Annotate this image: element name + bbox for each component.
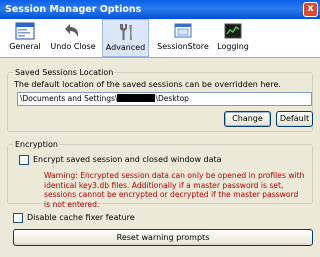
reset-button-label: Reset warning prompts (116, 233, 210, 242)
window-icon (15, 22, 35, 40)
tab-sessionstore-label: SessionStore (157, 42, 209, 51)
redacted-username (117, 94, 156, 102)
change-button-label: Change (232, 114, 263, 123)
tab-general-label: General (9, 42, 41, 51)
options-toolbar: General Undo Close Advanced SessionStore… (0, 19, 320, 58)
window-title: Session Manager Options (5, 4, 142, 15)
change-button[interactable]: Change (224, 111, 271, 127)
tab-undo-close-label: Undo Close (50, 42, 96, 51)
saved-sessions-description: The default location of the saved sessio… (14, 80, 281, 89)
path-prefix: \Documents and Settings\ (20, 94, 118, 103)
reset-warning-prompts-button[interactable]: Reset warning prompts (13, 229, 313, 246)
session-location-field[interactable]: \Documents and Settings\ \Desktop (17, 92, 312, 106)
tab-advanced[interactable]: Advanced (102, 19, 149, 57)
sessionstore-icon (174, 23, 192, 38)
encryption-warning: Warning: Encrypted session data can only… (44, 171, 305, 209)
tab-logging-label: Logging (217, 42, 249, 51)
title-bar: Session Manager Options x (0, 0, 320, 19)
encryption-legend: Encryption (13, 139, 60, 150)
default-button-label: Default (279, 114, 310, 123)
encrypt-checkbox[interactable] (19, 155, 29, 165)
close-icon: x (307, 3, 314, 14)
tools-icon (119, 24, 132, 40)
saved-sessions-legend: Saved Sessions Location (13, 67, 116, 78)
close-button[interactable]: x (303, 2, 318, 17)
tab-general[interactable]: General (6, 19, 44, 57)
encrypt-checkbox-label[interactable]: Encrypt saved session and closed window … (33, 154, 222, 165)
tab-advanced-label: Advanced (105, 43, 146, 52)
tab-undo-close[interactable]: Undo Close (48, 19, 98, 57)
default-button[interactable]: Default (276, 111, 313, 127)
tab-sessionstore[interactable]: SessionStore (156, 19, 210, 57)
disable-cache-fixer-label[interactable]: Disable cache fixer feature (27, 212, 135, 223)
logging-icon (224, 23, 242, 39)
disable-cache-fixer-checkbox[interactable] (13, 213, 23, 223)
path-suffix: \Desktop (155, 94, 189, 103)
undo-arrow-icon (65, 24, 79, 37)
tab-logging[interactable]: Logging (214, 19, 252, 57)
